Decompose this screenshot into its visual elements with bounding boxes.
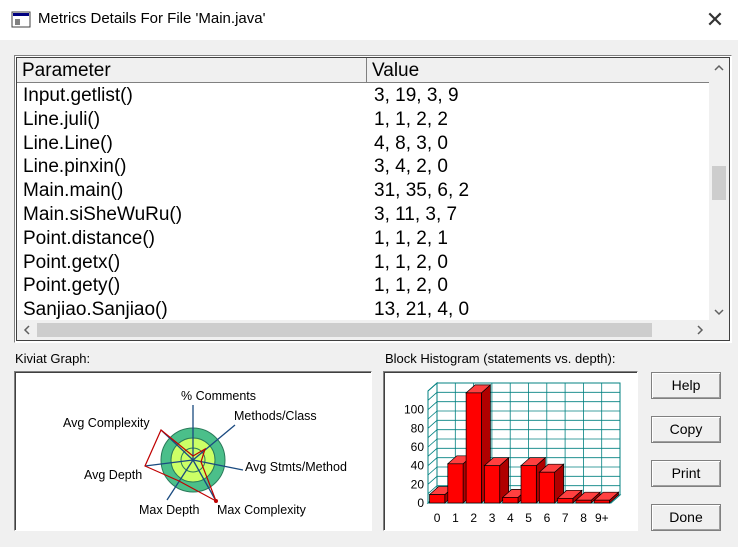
- histogram-y-tick: 80: [411, 421, 425, 435]
- histogram-x-tick: 2: [470, 511, 477, 525]
- vertical-scrollbar[interactable]: [709, 58, 729, 322]
- parameter-cell: Point.getx(): [23, 251, 121, 273]
- histogram-x-tick: 1: [452, 511, 459, 525]
- value-cell: 1, 1, 2, 0: [374, 251, 448, 273]
- parameter-cell: Line.juli(): [23, 108, 101, 130]
- close-icon: ✕: [705, 7, 725, 32]
- table-row[interactable]: Point.getx() 1, 1, 2, 0: [17, 251, 710, 275]
- chevron-left-icon[interactable]: [17, 320, 37, 340]
- table-row[interactable]: Line.Line() 4, 8, 3, 0: [17, 132, 710, 156]
- histogram-y-tick: 20: [411, 477, 425, 491]
- table-row[interactable]: Input.getlist() 3, 19, 3, 9: [17, 84, 710, 108]
- print-button[interactable]: Print: [651, 460, 721, 487]
- parameter-cell: Sanjiao.Sanjiao(): [23, 299, 168, 321]
- histogram-y-tick: 40: [411, 459, 425, 473]
- metrics-list: Parameter Value Input.getlist() 3, 19, 3,…: [14, 55, 732, 343]
- histogram-y-tick: 60: [411, 440, 425, 454]
- metrics-list-inner: Parameter Value Input.getlist() 3, 19, 3,…: [16, 57, 730, 341]
- value-cell: 3, 19, 3, 9: [374, 85, 459, 106]
- vertical-scroll-thumb[interactable]: [712, 166, 726, 200]
- column-header-value[interactable]: Value: [367, 58, 710, 83]
- value-cell: 4, 8, 3, 0: [374, 132, 448, 154]
- kiviat-axis-comments: % Comments: [181, 389, 256, 403]
- kiviat-label: Kiviat Graph:: [15, 351, 91, 366]
- histogram-bar: [465, 392, 482, 504]
- chevron-down-icon[interactable]: [709, 302, 729, 322]
- done-button[interactable]: Done: [651, 504, 721, 531]
- parameter-cell: Input.getlist(): [23, 85, 133, 106]
- table-row[interactable]: Point.gety() 1, 1, 2, 0: [17, 274, 710, 298]
- histogram-bar: [538, 471, 555, 504]
- histogram-bar: [557, 497, 574, 504]
- window-title: Metrics Details For File 'Main.java': [38, 10, 266, 27]
- kiviat-axis-avg-complexity: Avg Complexity: [63, 416, 150, 430]
- kiviat-axis-avg-stmts: Avg Stmts/Method: [245, 460, 347, 474]
- histogram-x-tick: 9+: [595, 511, 609, 525]
- horizontal-scrollbar[interactable]: [17, 320, 710, 340]
- histogram-x-tick: 6: [544, 511, 551, 525]
- table-row[interactable]: Line.pinxin() 3, 4, 2, 0: [17, 155, 710, 179]
- help-button[interactable]: Help: [651, 372, 721, 399]
- histogram-bar: [447, 463, 464, 504]
- close-button[interactable]: ✕: [700, 6, 730, 34]
- histogram-bar: [484, 465, 501, 504]
- parameter-cell: Main.main(): [23, 180, 124, 202]
- parameter-cell: Main.siSheWuRu(): [23, 203, 183, 225]
- kiviat-axis-max-complexity: Max Complexity: [217, 503, 307, 517]
- histogram-x-tick: 5: [525, 511, 532, 525]
- value-cell: 13, 21, 4, 0: [374, 299, 470, 321]
- horizontal-scroll-thumb[interactable]: [37, 323, 652, 337]
- parameter-cell: Point.distance(): [23, 227, 156, 249]
- histogram-bar: [520, 465, 537, 504]
- histogram-y-tick: 100: [404, 403, 424, 417]
- table-row[interactable]: Main.siSheWuRu() 3, 11, 3, 7: [17, 203, 710, 227]
- kiviat-axis-methods-class: Methods/Class: [234, 409, 317, 423]
- parameter-cell: Line.pinxin(): [23, 156, 127, 178]
- kiviat-axis-avg-depth: Avg Depth: [84, 468, 142, 482]
- table-row[interactable]: Main.main() 31, 35, 6, 2: [17, 179, 710, 203]
- kiviat-axis-max-depth: Max Depth: [139, 503, 199, 517]
- histogram-x-tick: 3: [489, 511, 496, 525]
- table-row[interactable]: Line.juli() 1, 1, 2, 2: [17, 108, 710, 132]
- histogram-label: Block Histogram (statements vs. depth):: [385, 351, 616, 366]
- kiviat-svg: % Comments Methods/Class Avg Stmts/Metho…: [63, 389, 347, 517]
- kiviat-graph: % Comments Methods/Class Avg Stmts/Metho…: [14, 371, 372, 531]
- table-row[interactable]: Sanjiao.Sanjiao() 13, 21, 4, 0: [17, 298, 710, 322]
- block-histogram: 0 20 40 60 80 100 0 1 2 3 4 5 6 7 8 9+: [383, 371, 638, 531]
- histogram-bar: [575, 499, 592, 504]
- table-row[interactable]: Point.distance() 1, 1, 2, 1: [17, 227, 710, 251]
- histogram-y-tick: 0: [417, 496, 424, 510]
- histogram-x-tick: 0: [434, 511, 441, 525]
- value-cell: 1, 1, 2, 2: [374, 108, 448, 130]
- histogram-svg: 0204060801000 1 2 3 4 5 6 7 8 9+: [404, 381, 622, 525]
- metrics-rows: Input.getlist() 3, 19, 3, 9 Line.juli() 1,…: [17, 84, 710, 322]
- histogram-bar: [593, 499, 610, 504]
- histogram-bar: [502, 497, 519, 504]
- parameter-cell: Point.gety(): [23, 275, 121, 297]
- value-cell: 31, 35, 6, 2: [374, 180, 470, 202]
- value-cell: 3, 4, 2, 0: [374, 156, 448, 178]
- histogram-bar: [429, 494, 446, 504]
- histogram-x-tick: 7: [562, 511, 569, 525]
- parameter-cell: Line.Line(): [23, 132, 113, 154]
- column-header-parameter[interactable]: Parameter: [17, 58, 367, 83]
- value-cell: 1, 1, 2, 0: [374, 275, 448, 297]
- chevron-right-icon[interactable]: [690, 320, 710, 340]
- histogram-x-tick: 4: [507, 511, 514, 525]
- copy-button[interactable]: Copy: [651, 416, 721, 443]
- histogram-x-tick: 8: [580, 511, 587, 525]
- scrollbar-corner: [709, 320, 729, 340]
- value-cell: 1, 1, 2, 1: [374, 227, 448, 249]
- chevron-up-icon[interactable]: [709, 58, 729, 78]
- value-cell: 3, 11, 3, 7: [374, 203, 458, 225]
- app-icon: [11, 11, 31, 28]
